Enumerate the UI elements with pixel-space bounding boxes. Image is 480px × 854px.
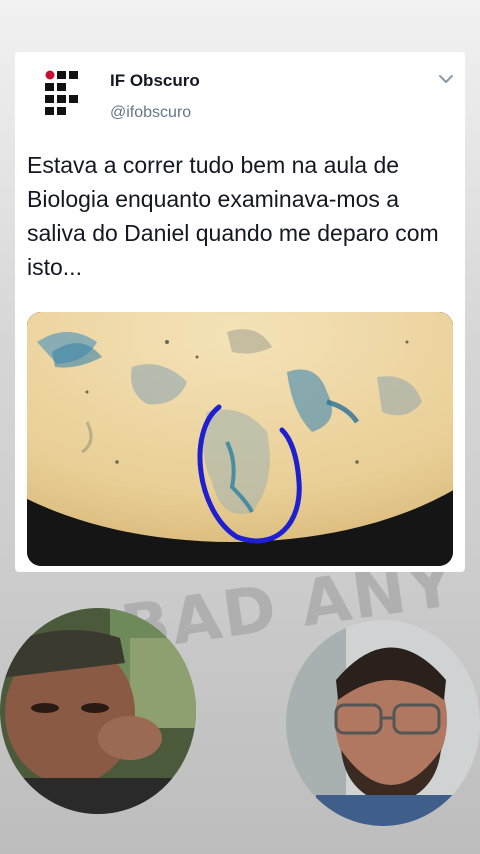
person-video-left [0, 608, 196, 814]
user-handle[interactable]: @ifobscuro [110, 104, 191, 122]
tweet-card[interactable]: IF Obscuro @ifobscuro Estava a correr tu… [15, 52, 465, 572]
tweet-text: Estava a correr tudo bem na aula de Biol… [27, 152, 439, 280]
video-feed-left[interactable] [0, 608, 196, 814]
tweet-media-image[interactable] [27, 312, 453, 566]
if-logo-icon [45, 70, 78, 115]
person-video-right [286, 620, 480, 826]
video-feed-right[interactable] [286, 620, 480, 826]
display-name[interactable]: IF Obscuro [110, 71, 200, 91]
chevron-down-icon[interactable] [437, 70, 455, 88]
microscope-image [27, 312, 453, 566]
